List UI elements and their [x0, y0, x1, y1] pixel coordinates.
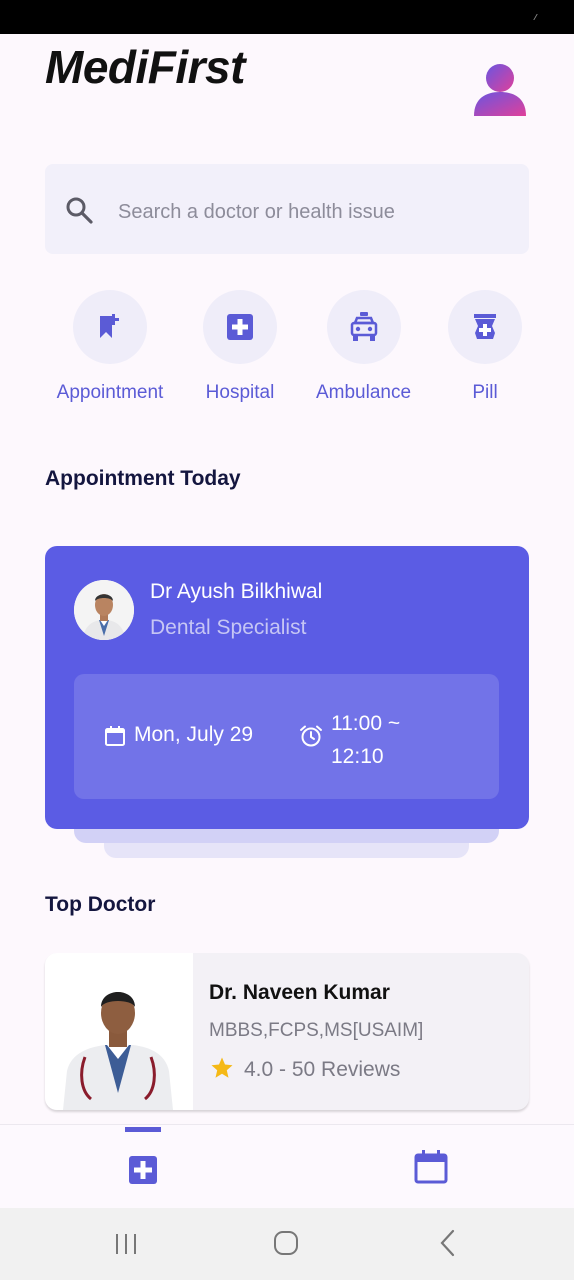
bookmark-add-icon [100, 314, 119, 338]
signal-icon [533, 14, 542, 20]
calendar-nav-icon[interactable] [413, 1149, 449, 1185]
category-label: Ambulance [315, 382, 412, 403]
profile-avatar-icon[interactable] [472, 62, 528, 118]
star-icon [211, 1057, 233, 1078]
appointment-time: 11:00 ~ 12:10 [331, 712, 401, 768]
calendar-icon [105, 726, 125, 746]
recent-apps-icon[interactable] [114, 1232, 138, 1256]
search-bar[interactable]: Search a doctor or health issue [45, 164, 529, 254]
category-label: Pill [472, 382, 498, 403]
category-hospital[interactable]: Hospital [200, 290, 280, 404]
category-pill-circle [448, 290, 522, 364]
active-tab-indicator [125, 1127, 161, 1132]
category-pill[interactable]: Pill [448, 290, 522, 404]
category-appointment-circle [73, 290, 147, 364]
top-doctor-photo [45, 953, 193, 1110]
top-doctor-title: Top Doctor [45, 893, 156, 916]
hospital-cross-icon [227, 314, 253, 340]
top-doctor-credentials: MBBS,FCPS,MS[USAIM] [209, 1020, 424, 1041]
category-label: Appointment [56, 382, 164, 403]
category-hospital-circle [203, 290, 277, 364]
alarm-clock-icon [300, 725, 322, 747]
appointment-schedule: Mon, July 29 11:00 ~ 12:10 [74, 674, 499, 799]
doctor-specialty: Dental Specialist [150, 616, 307, 639]
top-doctor-rating: 4.0 - 50 Reviews [244, 1058, 401, 1081]
appointment-card[interactable]: Dr Ayush Bilkhiwal Dental Specialist Mon… [45, 546, 529, 829]
bottom-navigation [0, 1124, 574, 1209]
home-medical-icon[interactable] [128, 1155, 158, 1185]
doctor-name: Dr Ayush Bilkhiwal [150, 580, 323, 603]
status-bar [0, 0, 574, 34]
category-label: Hospital [205, 382, 275, 403]
category-ambulance-circle [326, 290, 401, 364]
top-doctor-name: Dr. Naveen Kumar [209, 981, 390, 1004]
category-appointment[interactable]: Appointment [51, 290, 169, 404]
home-button-icon[interactable] [273, 1230, 299, 1256]
system-navigation-bar [0, 1208, 574, 1280]
ambulance-icon [350, 312, 377, 341]
app-title: MediFirst [45, 41, 245, 93]
back-icon[interactable] [438, 1229, 458, 1257]
category-ambulance[interactable]: Ambulance [310, 290, 417, 404]
top-doctor-card[interactable]: Dr. Naveen Kumar MBBS,FCPS,MS[USAIM] 4.0… [45, 953, 529, 1110]
medicine-icon [474, 314, 496, 339]
appointment-today-title: Appointment Today [45, 467, 241, 490]
search-icon [66, 197, 93, 224]
appointment-date: Mon, July 29 [134, 723, 254, 746]
doctor-avatar [74, 580, 134, 640]
search-placeholder: Search a doctor or health issue [118, 201, 395, 223]
